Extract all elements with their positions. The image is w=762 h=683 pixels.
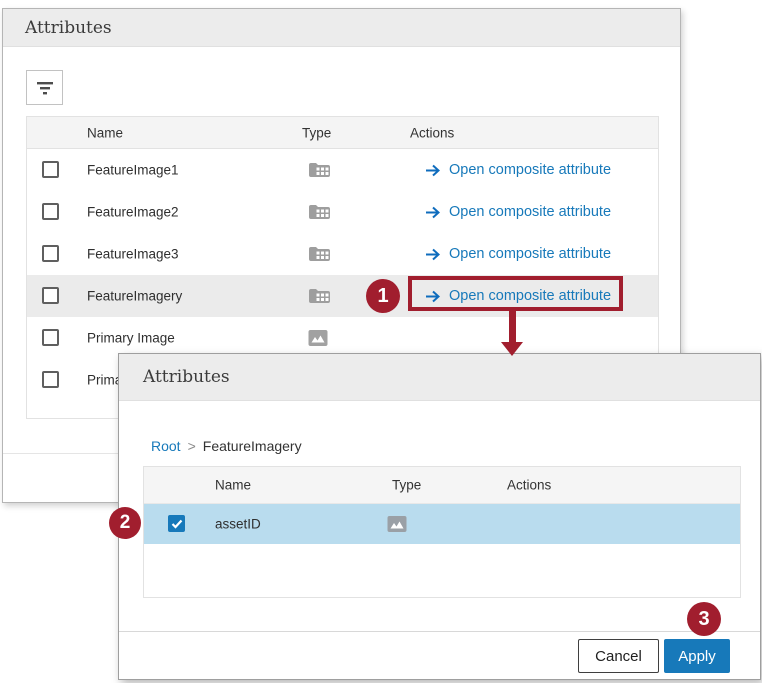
breadcrumb-root-link[interactable]: Root [151,438,181,454]
column-header-type: Type [392,478,421,493]
composite-type-icon [308,287,331,305]
attribute-name: FeatureImage3 [87,247,179,262]
row-checkbox-checked[interactable] [168,515,185,532]
open-composite-attribute-link[interactable]: Open composite attribute [425,246,611,262]
row-checkbox[interactable] [42,203,59,220]
table-row: FeatureImage1 Open composite attribute [27,149,658,191]
dialog-table-header: Name Type Actions [144,467,740,504]
column-header-name: Name [87,125,123,140]
action-label: Open composite attribute [449,204,611,220]
panel-title: Attributes [25,18,112,38]
column-header-actions: Actions [410,125,454,140]
attribute-name: assetID [215,517,261,532]
attributes-dialog: Attributes Root > FeatureImagery Name Ty… [118,353,761,680]
attribute-name: FeatureImagery [87,289,182,304]
image-type-icon [387,516,407,533]
callout-arrow-head [501,342,523,356]
attribute-name: FeatureImage1 [87,163,179,178]
dialog-header: Attributes [119,354,760,401]
step-badge-1: 1 [366,279,400,313]
breadcrumb-current: FeatureImagery [203,438,302,454]
row-checkbox[interactable] [42,161,59,178]
row-checkbox[interactable] [42,287,59,304]
breadcrumb: Root > FeatureImagery [151,438,302,454]
cancel-button[interactable]: Cancel [578,639,659,673]
image-type-icon [308,330,328,347]
composite-type-icon [308,203,331,221]
screenshot-root: Attributes Name Type Actions FeatureImag… [0,0,762,683]
column-header-actions: Actions [507,478,551,493]
arrow-right-icon [425,206,441,219]
composite-type-icon [308,161,331,179]
action-label: Open composite attribute [449,162,611,178]
attributes-panel-header: Attributes [3,9,680,47]
attribute-name: Prima [87,373,122,388]
step-badge-2: 2 [109,507,141,539]
row-checkbox[interactable] [42,245,59,262]
table-row: FeatureImage3 Open composite attribute [27,233,658,275]
apply-button[interactable]: Apply [664,639,730,673]
action-label: Open composite attribute [449,246,611,262]
row-checkbox[interactable] [42,329,59,346]
column-header-type: Type [302,125,331,140]
dialog-title: Attributes [143,367,230,387]
highlight-box [408,276,623,311]
callout-arrow [509,311,516,343]
attributes-table-header: Name Type Actions [27,117,658,149]
dialog-attributes-table: Name Type Actions assetID [143,466,741,598]
column-header-name: Name [215,478,251,493]
open-composite-attribute-link[interactable]: Open composite attribute [425,162,611,178]
composite-type-icon [308,245,331,263]
table-row-assetid-selected: assetID [144,504,740,544]
step-badge-3: 3 [687,602,721,636]
attribute-name: FeatureImage2 [87,205,179,220]
attribute-name: Primary Image [87,331,175,346]
table-row: FeatureImage2 Open composite attribute [27,191,658,233]
arrow-right-icon [425,248,441,261]
breadcrumb-separator: > [188,438,196,454]
open-composite-attribute-link[interactable]: Open composite attribute [425,204,611,220]
arrow-right-icon [425,164,441,177]
filter-icon [35,81,55,95]
dialog-footer-divider [119,631,760,632]
row-checkbox[interactable] [42,371,59,388]
filter-button[interactable] [26,70,63,105]
